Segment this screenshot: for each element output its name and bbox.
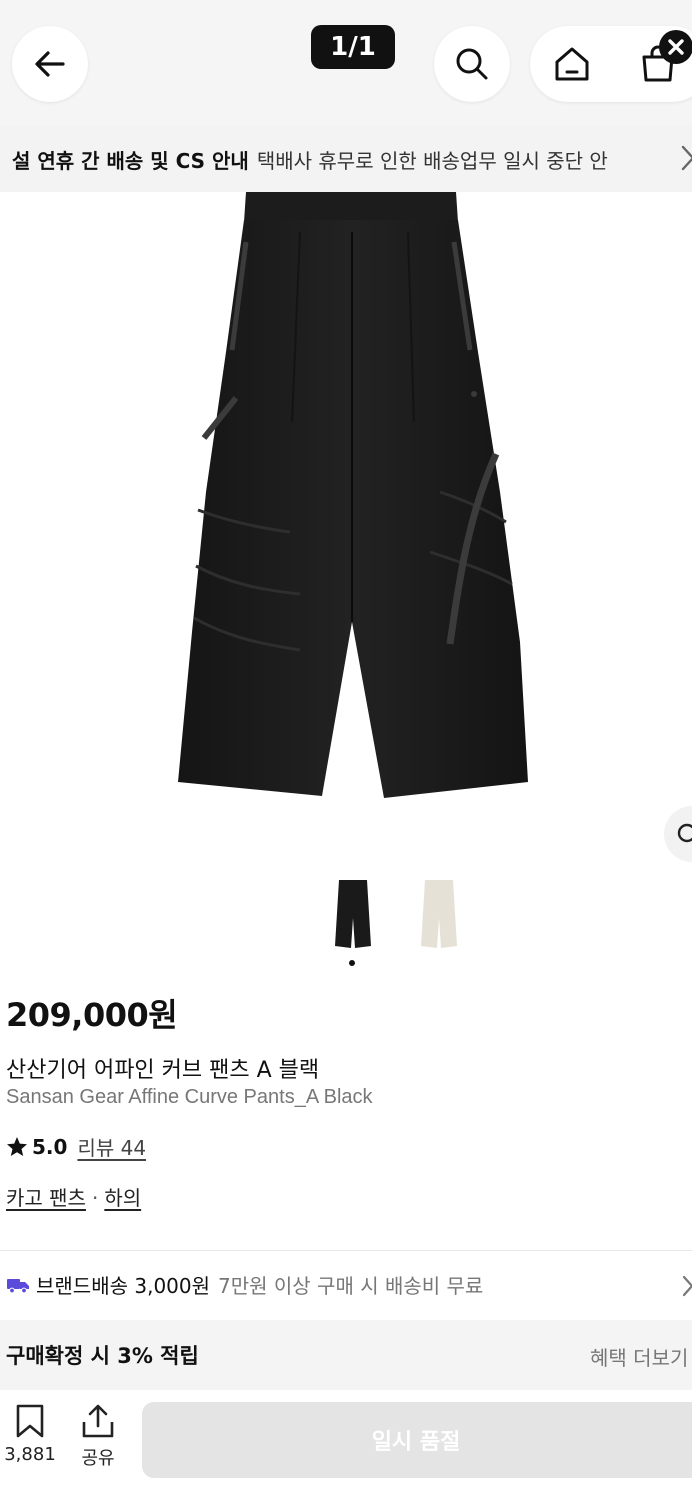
shipping-label: 브랜드배송 3,000원	[36, 1274, 211, 1298]
pants-image	[178, 192, 528, 798]
like-count: 3,881	[4, 1444, 56, 1465]
notice-text: 택배사 휴무로 인한 배송업무 일시 중단 안	[256, 148, 608, 173]
share-label: 공유	[81, 1448, 115, 1469]
thumbnail-ivory[interactable]	[417, 878, 461, 950]
bottom-bar: 3,881 공유 일시 품절	[0, 1390, 692, 1500]
thumbnail-black[interactable]	[331, 878, 375, 950]
product-image[interactable]	[0, 192, 692, 852]
review-link[interactable]: 리뷰 44	[77, 1132, 146, 1161]
subcategory-link[interactable]: 하의	[104, 1186, 141, 1210]
arrow-left-icon	[35, 51, 65, 77]
star-icon	[7, 1136, 27, 1156]
share-button[interactable]: 공유	[74, 1404, 122, 1470]
benefit-label: 구매확정 시 3% 적립	[6, 1344, 199, 1368]
category-breadcrumb: 카고 팬츠 · 하의	[6, 1182, 141, 1211]
bookmark-icon	[16, 1404, 44, 1438]
shipping-info[interactable]: 브랜드배송 3,000원 7만원 이상 구매 시 배송비 무료	[6, 1270, 483, 1299]
search-icon	[456, 48, 488, 80]
benefit-more-link[interactable]: 혜택 더보기	[590, 1342, 688, 1371]
rating[interactable]: 5.0 리뷰 44	[6, 1132, 146, 1161]
truck-icon	[7, 1278, 29, 1293]
chevron-right-icon	[682, 1275, 692, 1297]
category-link[interactable]: 카고 팬츠	[6, 1186, 86, 1210]
home-icon[interactable]	[550, 42, 594, 86]
notice-banner[interactable]: 설 연휴 간 배송 및 CS 안내 택배사 휴무로 인한 배송업무 일시 중단 …	[0, 126, 692, 192]
magnify-icon	[677, 823, 692, 843]
product-name-en: Sansan Gear Affine Curve Pants_A Black	[6, 1086, 373, 1108]
search-button[interactable]	[434, 26, 510, 102]
notice-title: 설 연휴 간 배송 및 CS 안내	[12, 148, 249, 173]
price: 209,000원	[6, 996, 178, 1034]
thumbnail-indicator	[349, 960, 355, 966]
shipping-free-condition: 7만원 이상 구매 시 배송비 무료	[218, 1274, 484, 1298]
chevron-right-icon	[681, 145, 692, 171]
back-button[interactable]	[12, 26, 88, 102]
category-separator: ·	[91, 1186, 99, 1210]
divider	[0, 1250, 692, 1251]
sold-out-button[interactable]: 일시 품절	[142, 1402, 692, 1478]
product-name-ko: 산산기어 어파인 커브 팬츠 A 블랙	[6, 1058, 320, 1083]
share-icon	[82, 1404, 114, 1438]
image-counter: 1/1	[311, 25, 395, 69]
close-icon[interactable]	[659, 30, 692, 64]
like-button[interactable]: 3,881	[2, 1404, 58, 1465]
benefit-row[interactable]: 구매확정 시 3% 적립 혜택 더보기	[0, 1320, 692, 1390]
top-bar: 1/1	[0, 0, 692, 126]
rating-score: 5.0	[32, 1134, 68, 1159]
